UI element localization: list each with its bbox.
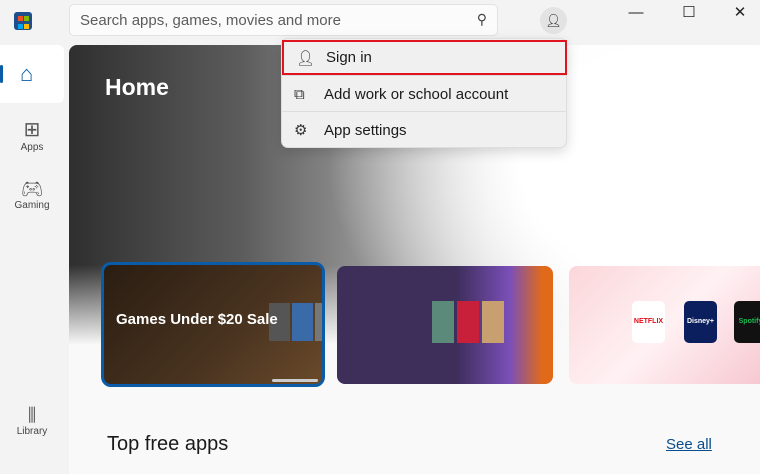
menu-label: App settings — [324, 121, 407, 139]
search-icon[interactable]: ⚲ — [477, 11, 487, 28]
person-icon: 👤︎ — [296, 49, 316, 67]
work-account-icon: ⧉ — [294, 85, 305, 103]
sidebar-item-apps[interactable]: ⊞ Apps — [0, 117, 64, 153]
apps-icon: ⊞ — [23, 119, 41, 141]
apps-label: Apps — [20, 142, 44, 153]
sidebar-item-library[interactable]: ⫼ Library — [0, 405, 64, 437]
maximize-button[interactable]: ☐ — [664, 0, 714, 30]
person-icon: 👤︎ — [545, 13, 562, 28]
sidebar-item-gaming[interactable]: 🎮︎ Gaming — [0, 179, 64, 211]
store-logo-icon — [14, 12, 32, 30]
gear-icon: ⚙ — [294, 122, 308, 139]
promo-card-games[interactable] — [337, 266, 553, 384]
account-menu: 👤︎ Sign in ⧉ Add work or school account ⚙ A… — [281, 38, 567, 148]
disney-tile: Disney+ — [684, 301, 717, 343]
see-all-link[interactable]: See all — [666, 436, 712, 453]
search-input[interactable]: Search apps, games, movies and more ⚲ — [69, 4, 498, 36]
gaming-label: Gaming — [14, 200, 50, 211]
page-title: Home — [105, 74, 169, 100]
search-placeholder: Search apps, games, movies and more — [80, 12, 341, 29]
menu-item-sign-in[interactable]: 👤︎ Sign in — [282, 40, 567, 75]
card-title: Games Under $20 Sale — [116, 311, 278, 328]
menu-item-add-work-account[interactable]: ⧉ Add work or school account — [282, 76, 566, 112]
profile-button[interactable]: 👤︎ — [540, 7, 567, 34]
spotify-tile: Spotify — [734, 301, 760, 343]
home-icon: ⌂ — [20, 61, 34, 86]
promo-card-entertainment[interactable]: NETFLIX Disney+ Spotify — [569, 266, 760, 384]
promo-card-games-sale[interactable]: Games Under $20 Sale — [101, 262, 325, 387]
menu-label: Sign in — [326, 49, 372, 66]
section-title: Top free apps — [107, 433, 229, 455]
library-icon: ⫼ — [27, 405, 37, 425]
sidebar-item-home[interactable]: ⌂ — [0, 45, 64, 103]
netflix-tile: NETFLIX — [632, 301, 665, 343]
menu-label: Add work or school account — [324, 85, 509, 103]
library-label: Library — [16, 426, 48, 437]
menu-item-app-settings[interactable]: ⚙ App settings — [282, 112, 566, 148]
gamepad-icon: 🎮︎ — [20, 179, 44, 199]
minimize-button[interactable]: — — [611, 0, 661, 30]
close-button[interactable]: ✕ — [715, 0, 760, 30]
